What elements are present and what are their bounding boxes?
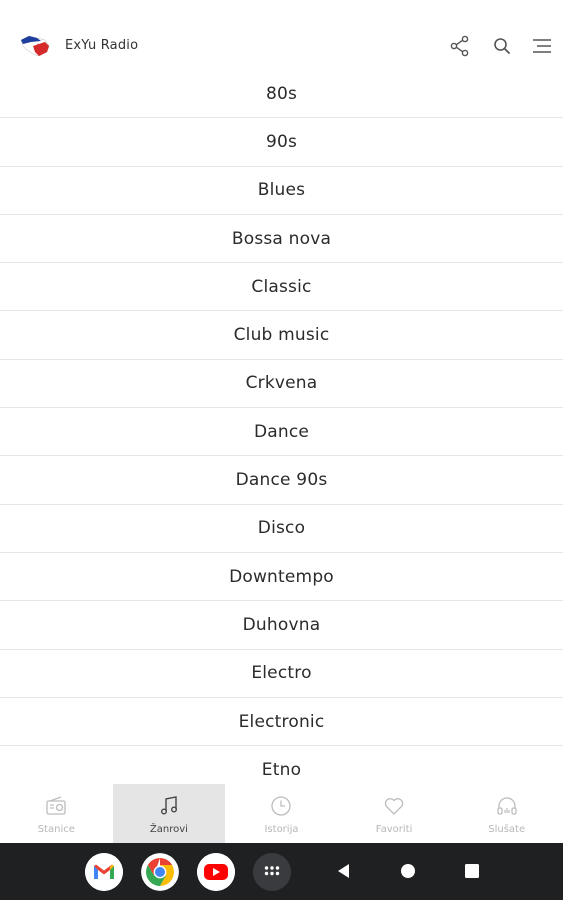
app-title: ExYu Radio — [65, 38, 139, 53]
recents-icon[interactable] — [460, 859, 484, 883]
headphones-icon — [497, 797, 517, 815]
nav-label: Slušate — [488, 824, 526, 835]
system-navigation-bar — [0, 843, 563, 900]
genre-item[interactable]: Disco — [0, 505, 563, 553]
radio-icon — [46, 796, 66, 815]
genre-item[interactable]: Dance — [0, 408, 563, 457]
genre-item[interactable]: 90s — [0, 118, 563, 167]
nav-label: Žanrovi — [149, 824, 188, 835]
clock-icon — [271, 796, 292, 816]
nav-tab-slusate[interactable]: Slušate — [450, 784, 563, 843]
nav-tab-favoriti[interactable]: Favoriti — [338, 784, 451, 843]
app-bar: ExYu Radio — [0, 0, 563, 72]
gmail-icon[interactable] — [85, 853, 123, 891]
genre-item[interactable]: Club music — [0, 311, 563, 360]
nav-tab-istorija[interactable]: Istorija — [225, 784, 338, 843]
app-logo-icon — [20, 35, 50, 57]
genre-item[interactable]: Electronic — [0, 698, 563, 747]
chrome-icon[interactable] — [141, 853, 179, 891]
genre-item[interactable]: Bossa nova — [0, 215, 563, 264]
nav-tab-zanrovi[interactable]: Žanrovi — [112, 784, 226, 843]
bottom-navigation: Stanice Žanrovi Istorija Favoriti Slušat… — [0, 784, 563, 843]
nav-tab-stanice[interactable]: Stanice — [0, 784, 113, 843]
search-icon[interactable] — [490, 34, 514, 58]
music-note-icon — [160, 796, 177, 815]
genre-item[interactable]: 80s — [0, 70, 563, 119]
back-icon[interactable] — [332, 859, 356, 883]
genre-item[interactable]: Etno — [0, 746, 563, 784]
nav-label: Istorija — [264, 824, 299, 835]
genre-item[interactable]: Blues — [0, 167, 563, 215]
nav-label: Favoriti — [375, 824, 413, 835]
genre-item[interactable]: Electro — [0, 650, 563, 698]
genre-list: 80s 90s Blues Bossa nova Classic Club mu… — [0, 70, 563, 784]
home-icon[interactable] — [396, 859, 420, 883]
share-icon[interactable] — [448, 34, 472, 58]
genre-item[interactable]: Dance 90s — [0, 456, 563, 505]
genre-item[interactable]: Duhovna — [0, 601, 563, 650]
genre-item[interactable]: Classic — [0, 263, 563, 312]
youtube-icon[interactable] — [197, 853, 235, 891]
nav-label: Stanice — [37, 824, 75, 835]
menu-icon[interactable] — [530, 34, 554, 58]
app-launcher-icon[interactable] — [253, 853, 291, 891]
heart-icon — [384, 798, 404, 815]
genre-item[interactable]: Crkvena — [0, 360, 563, 409]
genre-item[interactable]: Downtempo — [0, 553, 563, 602]
